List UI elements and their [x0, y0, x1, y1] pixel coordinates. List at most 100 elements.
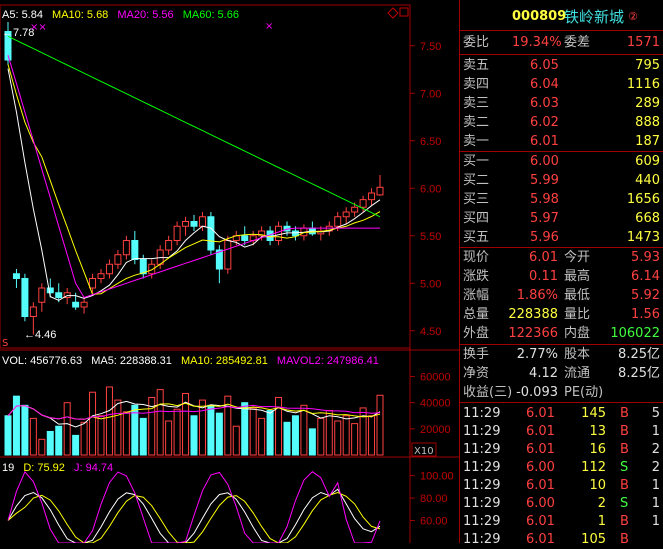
level-volume: 1116: [626, 77, 660, 92]
price-tick-label: 5.00: [420, 278, 441, 290]
tick-price: 6.01: [526, 442, 555, 457]
red-marker: S: [2, 338, 8, 349]
tick-price: 6.01: [526, 478, 555, 493]
stat-label: 外盘: [463, 326, 490, 341]
volume-bar: [114, 399, 122, 456]
buy-level-row: 买三 5.98 1656: [460, 191, 663, 209]
price-tick-label: 7.50: [420, 41, 441, 53]
sell-level-row: 卖一 6.01 187: [460, 133, 663, 151]
sell-level-row: 卖三 6.03 289: [460, 95, 663, 113]
diamond-icon[interactable]: [387, 7, 399, 19]
candle-body: [55, 292, 63, 298]
cross-marker: ××: [30, 22, 47, 33]
tick-count: 2: [651, 442, 660, 457]
candle-body: [21, 278, 29, 317]
sell-level-row: 卖五 6.05 795: [460, 57, 663, 75]
tick-count: 1: [651, 478, 660, 493]
candle-body: [190, 221, 198, 227]
kline-chart[interactable]: 7.50 7.00 6.50 6.00 5.50 5.00 4.50 60000 40000 20…: [0, 0, 459, 543]
tick-time: 11:29: [463, 424, 501, 439]
volume-bar: [300, 404, 308, 456]
tick-count: 1: [651, 514, 660, 529]
candle-body: [207, 216, 215, 251]
candle-body: [72, 301, 80, 308]
volume-bar: [291, 415, 299, 456]
volume-bar: [80, 421, 88, 456]
stat-label: 量比: [564, 307, 591, 322]
wei-bi-row: 委比 19.34% 委差 1571: [463, 35, 660, 50]
volume-bar: [215, 412, 223, 456]
level-price: 6.03: [530, 96, 559, 111]
ma-line-5: [7, 68, 381, 301]
candle-body: [241, 235, 249, 241]
tick-side: B: [620, 424, 629, 439]
kdj-tick-label: 60.00: [420, 516, 448, 528]
level-label: 卖五: [463, 58, 490, 73]
tick-side: B: [620, 406, 629, 421]
tick-row: 11:29 6.00 2 S 1: [460, 495, 663, 513]
info-row: 净资 4.12 流通 8.25亿: [460, 365, 663, 383]
volume-legend: VOL: 456776.63 MA5: 228388.31 MA10: 2854…: [2, 355, 379, 367]
stat-label: 最低: [564, 288, 591, 303]
info-label: 流通: [564, 366, 591, 381]
volume-tick-label: 60000: [420, 372, 451, 384]
level-label: 卖三: [463, 96, 490, 111]
stat-label: 总量: [463, 307, 490, 322]
tick-side: S: [620, 460, 629, 475]
volume-bar: [173, 408, 181, 456]
stat-value: 106022: [610, 326, 660, 341]
tick-row: 11:29 6.00 112 S 2: [460, 459, 663, 477]
tick-time: 11:29: [463, 460, 501, 475]
level-volume: 1473: [626, 230, 660, 245]
stat-value: 6.14: [631, 269, 660, 284]
price-legend: A5: 5.84 MA10: 5.68 MA20: 5.56 MA60: 5.6…: [2, 9, 239, 21]
stat-label: 今开: [564, 250, 591, 265]
candle-body: [173, 225, 181, 241]
candle-body: [275, 225, 283, 241]
volume-bar: [55, 425, 63, 456]
stat-label: 内盘: [564, 326, 591, 341]
level-price: 6.05: [530, 58, 559, 73]
volume-bar: [317, 417, 325, 456]
info-label: 收益(三): [463, 385, 513, 400]
volume-bar: [122, 411, 130, 456]
level-price: 5.99: [530, 173, 559, 188]
tick-volume: 1: [597, 514, 606, 529]
price-tick-label: 6.50: [420, 136, 441, 148]
volume-bar: [63, 402, 71, 456]
stat-label: 涨跌: [463, 269, 490, 284]
level-label: 买一: [463, 154, 490, 169]
level-volume: 795: [635, 58, 660, 73]
level-price: 6.00: [530, 154, 559, 169]
tick-time: 11:29: [463, 406, 501, 421]
volume-bar: [207, 404, 215, 456]
sell-level-row: 卖二 6.02 888: [460, 114, 663, 132]
tick-count: 5: [651, 406, 660, 421]
candle-body: [182, 221, 190, 227]
candle-body: [351, 206, 359, 213]
legend-ma10: MA10: 5.68: [52, 9, 108, 21]
info-label: PE(动): [564, 385, 604, 400]
legend-ma60: MA60: 5.66: [183, 9, 239, 21]
tick-time: 11:29: [463, 496, 501, 511]
tick-price: 6.01: [526, 424, 555, 439]
stock-name: 铁岭新城: [564, 8, 625, 26]
volume-bar: [283, 421, 291, 456]
tick-side: B: [620, 442, 629, 457]
tick-count: 2: [651, 460, 660, 475]
level-volume: 187: [635, 134, 660, 149]
volume-bar: [359, 407, 367, 456]
square-icon[interactable]: [399, 7, 409, 17]
candle-body: [29, 306, 37, 317]
candle-body: [97, 273, 105, 279]
buy-level-row: 买一 6.00 609: [460, 153, 663, 171]
info-value: 8.25亿: [618, 366, 660, 381]
tick-time: 11:29: [463, 442, 501, 457]
badge-icon[interactable]: ②: [628, 8, 638, 26]
stat-value: 6.01: [529, 250, 558, 265]
volume-bar: [232, 425, 240, 456]
level-volume: 609: [635, 154, 660, 169]
info-value: 4.12: [529, 366, 558, 381]
tick-count: 1: [651, 496, 660, 511]
stat-row: 涨幅 1.86% 最低 5.92: [460, 287, 663, 305]
